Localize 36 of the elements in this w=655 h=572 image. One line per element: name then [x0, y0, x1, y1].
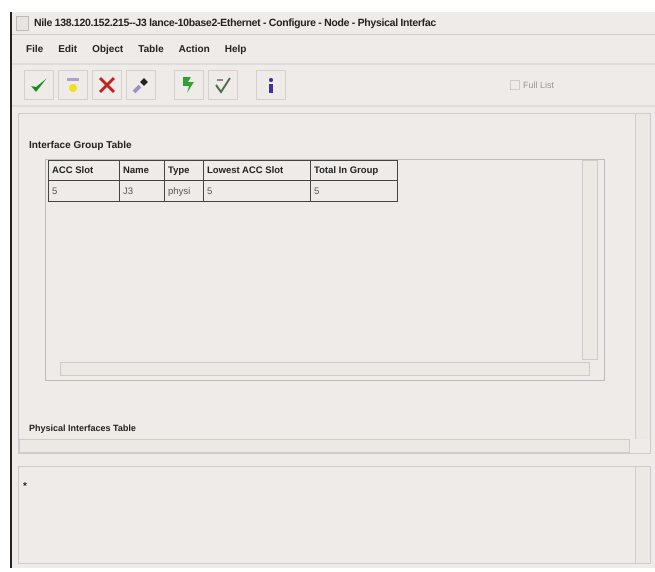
table-cell: J3	[120, 180, 164, 202]
checklist-button[interactable]	[208, 70, 238, 100]
check-pencil-icon	[213, 75, 233, 95]
column-header[interactable]: Type	[164, 160, 204, 180]
info-button[interactable]	[256, 70, 286, 100]
section-title: Interface Group Table	[29, 140, 133, 151]
log-text: *	[23, 481, 27, 492]
column-header[interactable]: ACC Slot	[48, 160, 120, 180]
table-cell: 5	[310, 180, 398, 202]
info-icon	[268, 76, 274, 94]
column-header[interactable]: Lowest ACC Slot	[204, 160, 310, 180]
delete-button[interactable]	[92, 70, 122, 100]
check-button[interactable]	[24, 70, 54, 100]
menu-item[interactable]: Help	[224, 44, 246, 54]
vertical-scrollbar[interactable]	[582, 160, 598, 360]
horizontal-scrollbar[interactable]	[60, 362, 590, 376]
window-menu-button[interactable]	[16, 16, 29, 30]
menu-item[interactable]: Action	[178, 44, 210, 54]
section-title: Physical Interfaces Table	[29, 423, 137, 433]
close-icon	[97, 75, 117, 95]
column-header[interactable]: Total In Group	[310, 160, 398, 180]
table-cell: 5	[204, 180, 310, 202]
arrow-button[interactable]	[174, 70, 204, 100]
vertical-scrollbar[interactable]	[635, 467, 650, 563]
plug-icon	[131, 75, 151, 95]
table-cell: physi	[164, 180, 204, 202]
window-title: Nile 138.120.152.215--J3 lance-10base2-Ethernet - Configure - Node - Physical Interfac	[34, 17, 436, 29]
horizontal-scrollbar[interactable]	[19, 439, 630, 453]
menu-item[interactable]: File	[26, 44, 44, 54]
vertical-scrollbar[interactable]	[635, 114, 650, 439]
menu-item[interactable]: Edit	[58, 44, 78, 54]
menu-item[interactable]: Object	[92, 44, 124, 54]
plug-button[interactable]	[126, 70, 156, 100]
column-header[interactable]: Name	[120, 160, 164, 180]
table-cell: 5	[48, 180, 120, 202]
menu-item[interactable]: Table	[138, 44, 164, 54]
